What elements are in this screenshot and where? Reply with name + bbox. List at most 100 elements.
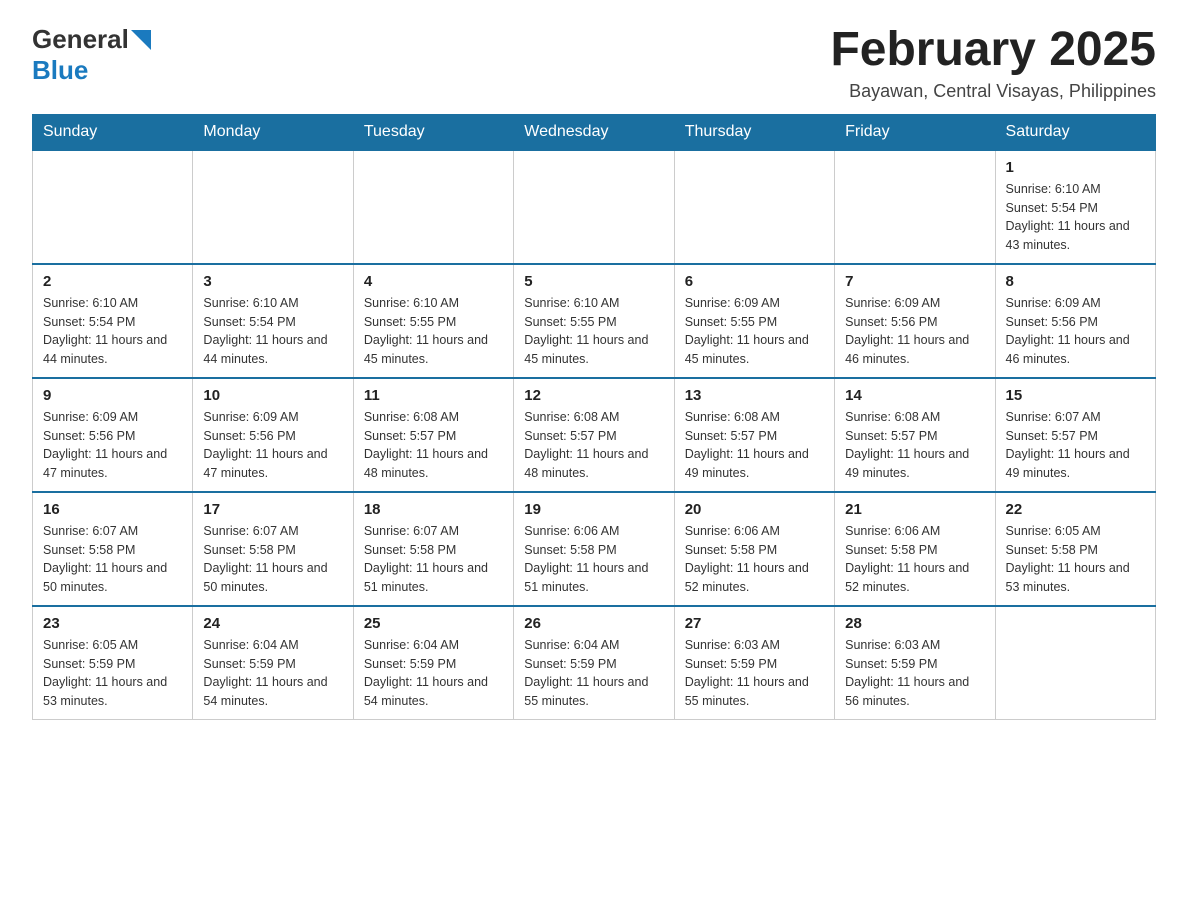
day-cell: 19Sunrise: 6:06 AM Sunset: 5:58 PM Dayli… [514,492,674,606]
day-info: Sunrise: 6:03 AM Sunset: 5:59 PM Dayligh… [845,636,984,711]
day-info: Sunrise: 6:08 AM Sunset: 5:57 PM Dayligh… [845,408,984,483]
day-cell: 7 Sunrise: 6:09 AM Sunset: 5:56 PM Daylig… [835,264,995,378]
day-cell: 28 Sunrise: 6:03 AM Sunset: 5:59 PM Dayli… [835,606,995,720]
day-cell: 8 Sunrise: 6:09 AM Sunset: 5:56 PM Daylig… [995,264,1155,378]
day-number: 26 [524,615,663,632]
day-info: Sunrise: 6:10 AM Sunset: 5:54 PM Dayligh… [43,294,182,369]
day-number: 17 [203,501,342,518]
week-row-5: 23 Sunrise: 6:05 AM Sunset: 5:59 PM Dayli… [33,606,1156,720]
day-cell [995,606,1155,720]
day-info: Sunrise: 6:09 AM Sunset: 5:56 PM Dayligh… [845,294,984,369]
day-cell [33,150,193,264]
day-number: 24 [203,615,342,632]
column-header-thursday: Thursday [674,114,834,150]
logo-general-text: General [32,24,129,55]
day-cell: 4Sunrise: 6:10 AM Sunset: 5:55 PM Daylig… [353,264,513,378]
day-cell: 17 Sunrise: 6:07 AM Sunset: 5:58 PM Dayli… [193,492,353,606]
day-cell: 23 Sunrise: 6:05 AM Sunset: 5:59 PM Dayli… [33,606,193,720]
day-cell: 2 Sunrise: 6:10 AM Sunset: 5:54 PM Daylig… [33,264,193,378]
day-cell [193,150,353,264]
day-cell: 5 Sunrise: 6:10 AM Sunset: 5:55 PM Daylig… [514,264,674,378]
column-header-monday: Monday [193,114,353,150]
day-cell [835,150,995,264]
day-info: Sunrise: 6:08 AM Sunset: 5:57 PM Dayligh… [524,408,663,483]
day-cell: 12 Sunrise: 6:08 AM Sunset: 5:57 PM Dayli… [514,378,674,492]
day-number: 25 [364,615,503,632]
column-header-sunday: Sunday [33,114,193,150]
day-cell: 11Sunrise: 6:08 AM Sunset: 5:57 PM Dayli… [353,378,513,492]
day-info: Sunrise: 6:07 AM Sunset: 5:58 PM Dayligh… [43,522,182,597]
day-number: 6 [685,273,824,290]
day-number: 4 [364,273,503,290]
page-header: General Blue February 2025 Bayawan, Cent… [32,24,1156,102]
day-info: Sunrise: 6:06 AM Sunset: 5:58 PM Dayligh… [845,522,984,597]
day-info: Sunrise: 6:09 AM Sunset: 5:56 PM Dayligh… [43,408,182,483]
day-number: 18 [364,501,503,518]
column-header-friday: Friday [835,114,995,150]
day-cell: 6 Sunrise: 6:09 AM Sunset: 5:55 PM Daylig… [674,264,834,378]
column-header-wednesday: Wednesday [514,114,674,150]
day-number: 14 [845,387,984,404]
day-cell [353,150,513,264]
day-info: Sunrise: 6:04 AM Sunset: 5:59 PM Dayligh… [364,636,503,711]
day-number: 13 [685,387,824,404]
location-subtitle: Bayawan, Central Visayas, Philippines [830,81,1156,102]
day-cell: 24 Sunrise: 6:04 AM Sunset: 5:59 PM Dayli… [193,606,353,720]
day-info: Sunrise: 6:08 AM Sunset: 5:57 PM Dayligh… [364,408,503,483]
day-cell [514,150,674,264]
week-row-3: 9 Sunrise: 6:09 AM Sunset: 5:56 PM Daylig… [33,378,1156,492]
day-info: Sunrise: 6:09 AM Sunset: 5:56 PM Dayligh… [203,408,342,483]
day-info: Sunrise: 6:10 AM Sunset: 5:54 PM Dayligh… [203,294,342,369]
day-number: 16 [43,501,182,518]
day-cell: 18 Sunrise: 6:07 AM Sunset: 5:58 PM Dayli… [353,492,513,606]
day-number: 7 [845,273,984,290]
day-info: Sunrise: 6:04 AM Sunset: 5:59 PM Dayligh… [203,636,342,711]
day-number: 1 [1006,159,1145,176]
day-cell: 27 Sunrise: 6:03 AM Sunset: 5:59 PM Dayli… [674,606,834,720]
day-cell: 21 Sunrise: 6:06 AM Sunset: 5:58 PM Dayli… [835,492,995,606]
logo-arrow-icon [131,30,151,50]
day-number: 12 [524,387,663,404]
day-number: 20 [685,501,824,518]
day-number: 5 [524,273,663,290]
day-info: Sunrise: 6:10 AM Sunset: 5:55 PM Dayligh… [524,294,663,369]
day-cell: 15Sunrise: 6:07 AM Sunset: 5:57 PM Dayli… [995,378,1155,492]
day-info: Sunrise: 6:09 AM Sunset: 5:56 PM Dayligh… [1006,294,1145,369]
day-info: Sunrise: 6:03 AM Sunset: 5:59 PM Dayligh… [685,636,824,711]
month-title: February 2025 [830,24,1156,77]
day-cell: 9 Sunrise: 6:09 AM Sunset: 5:56 PM Daylig… [33,378,193,492]
day-info: Sunrise: 6:07 AM Sunset: 5:58 PM Dayligh… [364,522,503,597]
day-cell: 13 Sunrise: 6:08 AM Sunset: 5:57 PM Dayli… [674,378,834,492]
day-cell: 1 Sunrise: 6:10 AM Sunset: 5:54 PM Daylig… [995,150,1155,264]
day-cell: 20Sunrise: 6:06 AM Sunset: 5:58 PM Dayli… [674,492,834,606]
day-cell: 3 Sunrise: 6:10 AM Sunset: 5:54 PM Daylig… [193,264,353,378]
day-number: 27 [685,615,824,632]
day-number: 19 [524,501,663,518]
column-header-tuesday: Tuesday [353,114,513,150]
day-info: Sunrise: 6:09 AM Sunset: 5:55 PM Dayligh… [685,294,824,369]
calendar-table: SundayMondayTuesdayWednesdayThursdayFrid… [32,114,1156,720]
day-number: 3 [203,273,342,290]
column-header-saturday: Saturday [995,114,1155,150]
title-area: February 2025 Bayawan, Central Visayas, … [830,24,1156,102]
day-info: Sunrise: 6:08 AM Sunset: 5:57 PM Dayligh… [685,408,824,483]
day-number: 21 [845,501,984,518]
logo-blue-text: Blue [32,55,88,86]
day-info: Sunrise: 6:05 AM Sunset: 5:59 PM Dayligh… [43,636,182,711]
logo: General Blue [32,24,151,86]
day-cell: 14 Sunrise: 6:08 AM Sunset: 5:57 PM Dayli… [835,378,995,492]
day-number: 22 [1006,501,1145,518]
day-info: Sunrise: 6:07 AM Sunset: 5:58 PM Dayligh… [203,522,342,597]
day-number: 23 [43,615,182,632]
day-number: 28 [845,615,984,632]
day-info: Sunrise: 6:04 AM Sunset: 5:59 PM Dayligh… [524,636,663,711]
day-cell: 25 Sunrise: 6:04 AM Sunset: 5:59 PM Dayli… [353,606,513,720]
week-row-2: 2 Sunrise: 6:10 AM Sunset: 5:54 PM Daylig… [33,264,1156,378]
day-info: Sunrise: 6:10 AM Sunset: 5:54 PM Dayligh… [1006,180,1145,255]
calendar-header-row: SundayMondayTuesdayWednesdayThursdayFrid… [33,114,1156,150]
day-number: 15 [1006,387,1145,404]
day-number: 2 [43,273,182,290]
day-number: 8 [1006,273,1145,290]
day-number: 9 [43,387,182,404]
day-info: Sunrise: 6:05 AM Sunset: 5:58 PM Dayligh… [1006,522,1145,597]
